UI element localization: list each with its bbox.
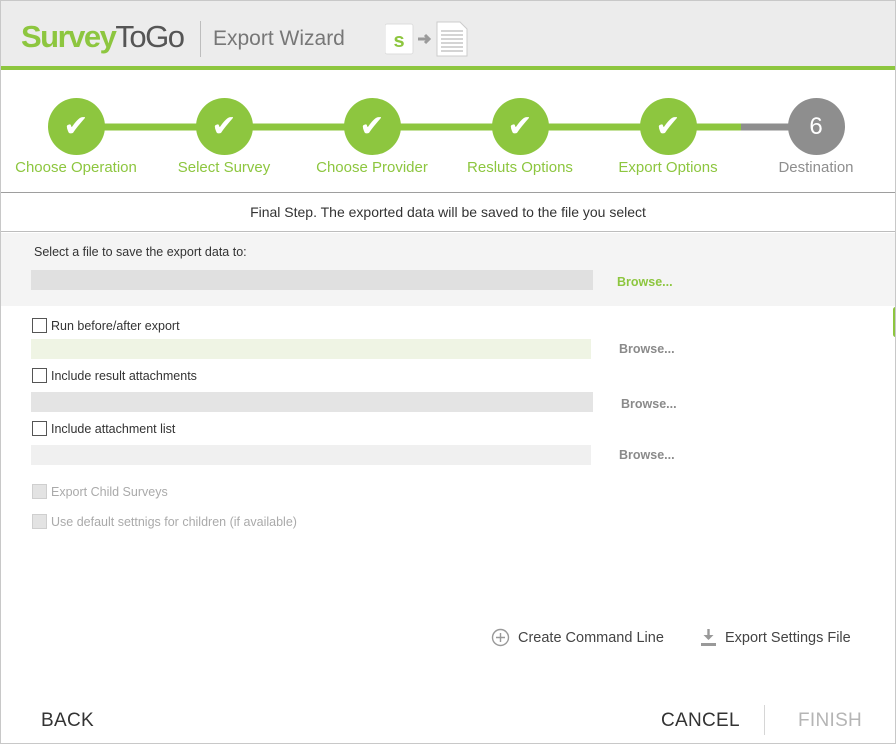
run-before-after-field[interactable]: [31, 339, 591, 359]
step-export-options: ✔ Export Options: [593, 98, 743, 176]
step-label: Resluts Options: [467, 159, 573, 176]
header-divider: [200, 21, 201, 57]
cancel-button[interactable]: CANCEL: [661, 710, 740, 732]
run-before-after-checkbox[interactable]: Run before/after export: [32, 318, 180, 333]
wizard-steps: ✔ Choose Operation ✔ Select Survey ✔ Cho…: [1, 74, 895, 193]
step-number: 6: [787, 98, 845, 155]
export-wizard-window: SurveyToGo Export Wizard s ✔ Choose Oper…: [0, 0, 896, 744]
checkbox-box[interactable]: [32, 421, 47, 436]
footer-divider: [764, 705, 765, 735]
option-label: Use default settnigs for children (if av…: [51, 514, 297, 529]
step-select-survey: ✔ Select Survey: [149, 98, 299, 176]
step-choose-provider: ✔ Choose Provider: [297, 98, 447, 176]
option-label: Include attachment list: [51, 421, 176, 436]
step-label: Choose Operation: [15, 159, 137, 176]
file-browse-button[interactable]: Browse...: [617, 275, 673, 289]
check-icon: ✔: [47, 98, 105, 155]
step-description: Final Step. The exported data will be sa…: [1, 194, 895, 232]
option-label: Run before/after export: [51, 318, 180, 333]
svg-text:s: s: [393, 30, 404, 52]
include-attachments-checkbox[interactable]: Include result attachments: [32, 368, 197, 383]
action-label: Export Settings File: [725, 629, 851, 646]
use-default-settings-checkbox: Use default settnigs for children (if av…: [32, 514, 297, 529]
step-results-options: ✔ Resluts Options: [445, 98, 595, 176]
step-destination: 6 Destination: [741, 98, 891, 176]
step-choose-operation: ✔ Choose Operation: [1, 98, 151, 176]
checkbox-box: [32, 484, 47, 499]
header-bar: SurveyToGo Export Wizard s: [1, 1, 895, 70]
step-label: Select Survey: [177, 159, 271, 176]
action-label: Create Command Line: [518, 629, 664, 646]
download-icon: [701, 629, 716, 646]
back-button[interactable]: BACK: [41, 710, 94, 732]
file-label: Select a file to save the export data to…: [34, 245, 247, 259]
check-icon: ✔: [343, 98, 401, 155]
include-attachments-browse-button[interactable]: Browse...: [621, 397, 677, 411]
logo-survey-text: Survey: [21, 19, 117, 54]
wizard-title: Export Wizard: [213, 27, 345, 50]
include-attachment-list-checkbox[interactable]: Include attachment list: [32, 421, 175, 436]
logo-togo-text: ToGo: [115, 19, 185, 54]
export-child-surveys-checkbox: Export Child Surveys: [32, 484, 168, 499]
run-before-after-browse-button[interactable]: Browse...: [619, 342, 675, 356]
step-label: Export Options: [618, 159, 718, 176]
include-attachment-list-field[interactable]: [31, 445, 591, 465]
file-select-section: Select a file to save the export data to…: [1, 233, 895, 306]
plus-circle-icon: [491, 628, 510, 647]
checkbox-box[interactable]: [32, 368, 47, 383]
create-command-line-button[interactable]: Create Command Line: [491, 628, 664, 647]
check-icon: ✔: [639, 98, 697, 155]
step-label: Destination: [778, 159, 854, 176]
check-icon: ✔: [195, 98, 253, 155]
option-label: Export Child Surveys: [51, 484, 168, 499]
surveytogo-logo: SurveyToGo: [21, 17, 185, 57]
finish-button[interactable]: FINISH: [798, 710, 862, 732]
check-icon: ✔: [491, 98, 549, 155]
option-label: Include result attachments: [51, 368, 197, 383]
file-path-input[interactable]: [31, 270, 593, 290]
step-label: Choose Provider: [316, 159, 428, 176]
checkbox-box: [32, 514, 47, 529]
export-settings-file-button[interactable]: Export Settings File: [700, 628, 851, 647]
survey-to-document-icon: s: [385, 21, 468, 57]
include-attachments-field[interactable]: [31, 392, 593, 412]
include-attachment-list-browse-button[interactable]: Browse...: [619, 448, 675, 462]
checkbox-box[interactable]: [32, 318, 47, 333]
